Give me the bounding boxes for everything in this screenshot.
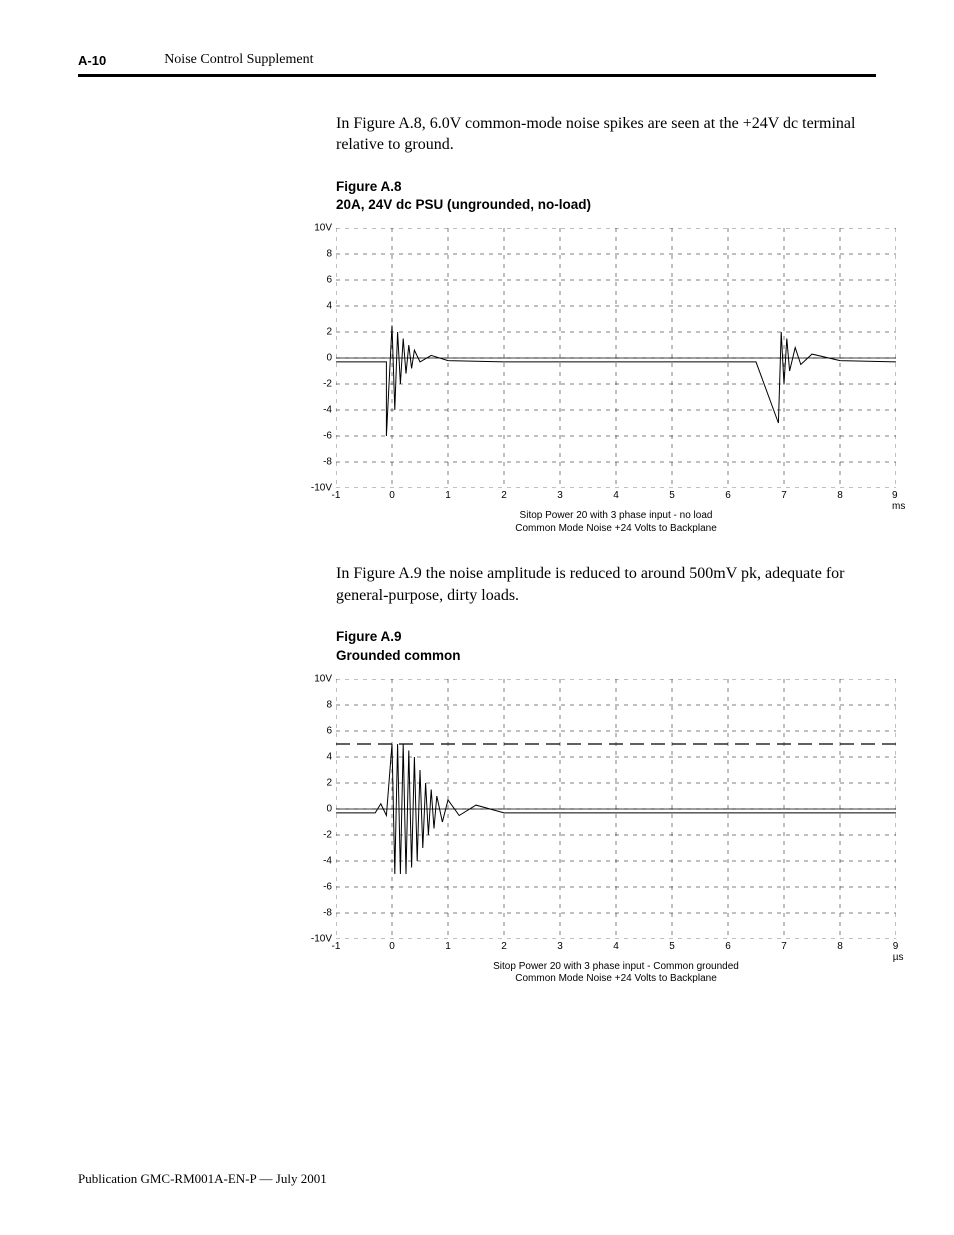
- figure-a9-subtitle-1: Sitop Power 20 with 3 phase input - Comm…: [493, 961, 739, 972]
- chart-a9: 10V86420-2-4-6-8-10V: [336, 679, 896, 939]
- figure-a9-number: Figure A.9: [336, 628, 876, 646]
- figure-a8-subtitle-2: Common Mode Noise +24 Volts to Backplane: [515, 523, 717, 534]
- paragraph-a9: In Figure A.9 the noise amplitude is red…: [0, 563, 954, 606]
- figure-a9-subtitle-2: Common Mode Noise +24 Volts to Backplane: [515, 973, 717, 984]
- publication-footer: Publication GMC-RM001A-EN-P — July 2001: [78, 1171, 327, 1187]
- figure-a9-title: Grounded common: [336, 647, 876, 665]
- figure-a8-number: Figure A.8: [336, 178, 876, 196]
- figure-a8-subtitle-1: Sitop Power 20 with 3 phase input - no l…: [520, 510, 713, 521]
- paragraph-a8: In Figure A.8, 6.0V common-mode noise sp…: [0, 113, 954, 156]
- chart-a8: 10V86420-2-4-6-8-10V: [336, 228, 896, 488]
- figure-a8-title: 20A, 24V dc PSU (ungrounded, no-load): [336, 196, 876, 214]
- section-title: Noise Control Supplement: [164, 52, 313, 68]
- page-number: A-10: [78, 53, 106, 68]
- header-rule: [78, 74, 876, 77]
